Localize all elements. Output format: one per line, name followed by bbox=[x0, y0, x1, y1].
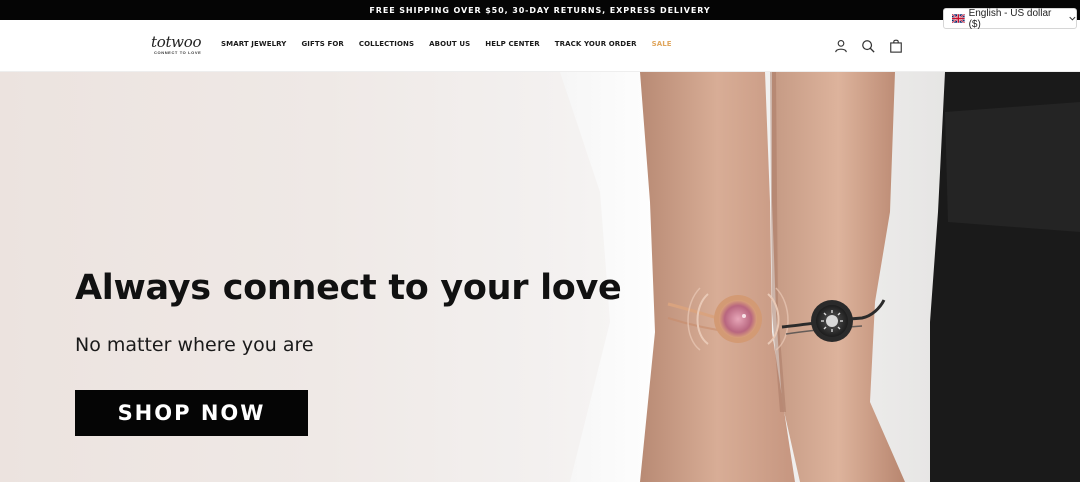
account-icon[interactable] bbox=[834, 39, 848, 53]
shop-now-button[interactable]: SHOP NOW bbox=[75, 390, 308, 436]
nav-smart-jewelry[interactable]: SMART JEWELRY bbox=[221, 40, 286, 48]
site-header: totwoo CONNECT TO LOVE SMART JEWELRY GIF… bbox=[0, 20, 1080, 72]
language-currency-selector[interactable]: English - US dollar ($) bbox=[943, 7, 1077, 30]
nav-track-your-order[interactable]: TRACK YOUR ORDER bbox=[555, 40, 637, 48]
logo-wordmark: totwoo bbox=[151, 33, 202, 51]
language-label: English - US dollar ($) bbox=[968, 7, 1052, 30]
announcement-text: FREE SHIPPING OVER $50, 30-DAY RETURNS, … bbox=[369, 5, 711, 15]
nav-help-center[interactable]: HELP CENTER bbox=[485, 40, 540, 48]
nav-sale[interactable]: SALE bbox=[652, 40, 672, 48]
nav-gifts-for[interactable]: GIFTS FOR bbox=[301, 40, 343, 48]
search-icon[interactable] bbox=[861, 39, 875, 53]
cart-icon[interactable] bbox=[889, 39, 903, 53]
logo-tagline: CONNECT TO LOVE bbox=[154, 50, 202, 55]
uk-flag-icon bbox=[952, 14, 965, 23]
chevron-down-icon bbox=[1069, 16, 1076, 21]
announcement-bar: FREE SHIPPING OVER $50, 30-DAY RETURNS, … bbox=[0, 0, 1080, 20]
main-nav: SMART JEWELRY GIFTS FOR COLLECTIONS ABOU… bbox=[221, 40, 672, 48]
nav-about-us[interactable]: ABOUT US bbox=[429, 40, 470, 48]
right-arm bbox=[772, 72, 905, 482]
logo[interactable]: totwoo CONNECT TO LOVE bbox=[151, 34, 211, 60]
hero-banner: Always connect to your love No matter wh… bbox=[0, 72, 1080, 482]
hero-title: Always connect to your love bbox=[75, 268, 622, 308]
nav-collections[interactable]: COLLECTIONS bbox=[359, 40, 414, 48]
hero-subtitle: No matter where you are bbox=[75, 334, 314, 356]
